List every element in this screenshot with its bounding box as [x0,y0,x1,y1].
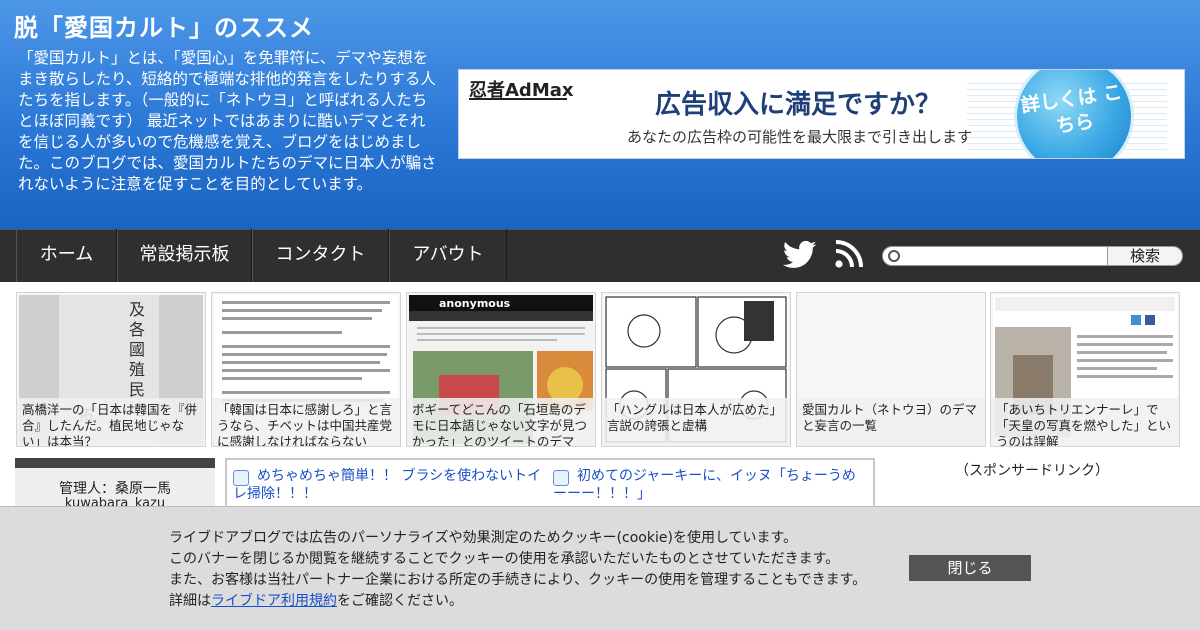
ad-logo-underline [469,98,567,100]
ad-banner[interactable]: 忍者AdMax 広告収入に満足ですか？ あなたの広告枠の可能性を最大限まで引き出… [458,69,1185,159]
ad-subtext: あなたの広告枠の可能性を最大限まで引き出します [627,128,973,146]
cookie-text-line: このバナーを閉じるか閲覧を継続することでクッキーの使用を承認いただいたものとさせ… [169,551,840,567]
svg-text:anonymous: anonymous [439,297,511,310]
article-card[interactable]: 「ハングルは日本人が広めた」言説の誇張と虚構 [601,292,791,447]
article-title[interactable]: 「韓国は日本に感謝しろ」と言うなら、チベットは中国共産党に感謝しなければならない [212,398,400,446]
site-description: 「愛国カルト」とは、「愛国心」を免罪符に、デマや妄想をまき散らしたり、短絡的で極… [18,49,437,193]
nav-item-about[interactable]: アバウト [389,229,507,282]
admin-profile-header [15,458,215,468]
cookie-text-line: また、お客様は当社パートナー企業における所定の手続きにより、クッキーの使用を管理… [169,572,867,588]
svg-text:及: 及 [129,300,145,319]
svg-text:國: 國 [129,340,145,359]
svg-text:各: 各 [129,320,145,339]
article-card[interactable]: 「あいちトリエンナーレ」で「天皇の写真を燃やした」というのは誤解 [990,292,1180,447]
search-icon [888,250,900,262]
article-title[interactable]: ボギーてどこんの「石垣島のデモに日本語じゃない文字が見つかった」とのツイートのデ… [407,398,595,446]
article-title[interactable]: 愛国カルト（ネトウヨ）のデマと妄言の一覧 [797,398,985,446]
ad-headline: 広告収入に満足ですか？ [655,90,942,120]
related-link[interactable]: めちゃめちゃ簡単！！ ブラシを使わないトイレ掃除！！！ [233,467,545,503]
rss-icon[interactable] [835,240,863,268]
ad-cta-button[interactable]: 詳しくは こちら [1006,70,1142,158]
cookie-text-prefix: 詳細は [169,593,211,609]
article-title[interactable]: 高橋洋一の「日本は韓国を『併合』したんだ。植民地じゃない」は本当？ [17,398,205,446]
svg-text:殖: 殖 [129,360,145,379]
site-title[interactable]: 脱「愛国カルト」のススメ [14,8,314,43]
article-card[interactable]: 及 各 國 殖 民 地 拓 高橋洋一の「日本は韓国を『併合』したんだ。植民地じゃ… [16,292,206,447]
cookie-text-line: 詳細はライブドア利用規約をご確認ください。 [169,590,463,610]
terms-link[interactable]: ライブドア利用規約 [211,593,337,609]
article-card[interactable]: anonymous ボギーてどこんの「石垣島のデモに日本語じゃない文字が見つかっ… [406,292,596,447]
cookie-text-line: ライブドアブログでは広告のパーソナライズや効果測定のためクッキー(cookie)… [169,530,798,546]
article-title[interactable]: 「ハングルは日本人が広めた」言説の誇張と虚構 [602,398,790,446]
article-card[interactable]: 愛国カルト（ネトウヨ）のデマと妄言の一覧 [796,292,986,447]
svg-text:民: 民 [129,380,145,399]
nav-item-contact[interactable]: コンタクト [252,229,389,282]
related-link[interactable]: 初めてのジャーキーに、イッヌ「ちょーうめーーー！！！」 [553,467,865,503]
search-button[interactable]: 検索 [1107,246,1183,266]
cookie-text-suffix: をご確認ください。 [337,593,463,609]
article-title[interactable]: 「あいちトリエンナーレ」で「天皇の写真を燃やした」というのは誤解 [991,398,1179,446]
close-button[interactable]: 閉じる [909,555,1031,581]
admin-name: 管理人：桑原一馬 [59,481,171,497]
twitter-icon[interactable] [783,240,817,270]
sponsor-label: （スポンサードリンク） [955,463,1109,479]
nav-item-board[interactable]: 常設掲示板 [117,229,252,282]
article-card[interactable]: 「韓国は日本に感謝しろ」と言うなら、チベットは中国共産党に感謝しなければならない [211,292,401,447]
nav-item-home[interactable]: ホーム [16,229,117,282]
search-input[interactable] [882,246,1108,266]
